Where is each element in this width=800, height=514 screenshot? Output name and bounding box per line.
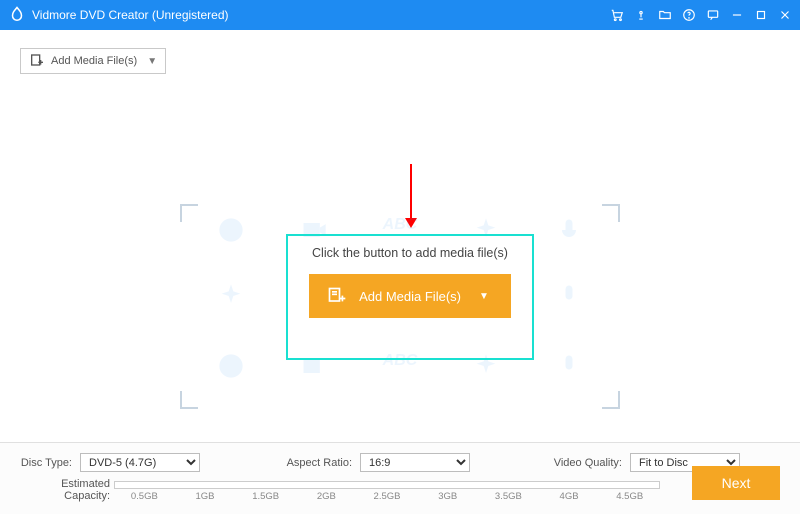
sparkle-icon (217, 282, 245, 310)
toolbar: Add Media File(s) ▼ (0, 30, 800, 74)
disc-type-select[interactable]: DVD-5 (4.7G) (80, 453, 200, 472)
corner-decoration (602, 391, 620, 409)
capacity-track (114, 481, 660, 489)
tick: 1.5GB (235, 491, 296, 502)
capacity-row: Estimated Capacity: 0.5GB 1GB 1.5GB 2GB … (0, 472, 800, 502)
titlebar-actions (610, 8, 792, 22)
folder-icon[interactable] (658, 8, 672, 22)
cart-icon[interactable] (610, 8, 624, 22)
tick: 0.5GB (114, 491, 175, 502)
tick: 3.5GB (478, 491, 539, 502)
close-icon[interactable] (778, 8, 792, 22)
mic-icon (555, 352, 583, 380)
help-icon[interactable] (682, 8, 696, 22)
add-media-button[interactable]: Add Media File(s) ▼ (20, 48, 166, 74)
capacity-ticks: 0.5GB 1GB 1.5GB 2GB 2.5GB 3GB 3.5GB 4GB … (114, 491, 660, 502)
chevron-down-icon: ▼ (479, 291, 489, 302)
main-area: ABC ABC ABC Click the button to add medi… (0, 74, 800, 424)
settings-row: Disc Type: DVD-5 (4.7G) Aspect Ratio: 16… (0, 443, 800, 472)
next-button[interactable]: Next (692, 466, 780, 500)
tick: 2.5GB (357, 491, 418, 502)
bottom-bar: Disc Type: DVD-5 (4.7G) Aspect Ratio: 16… (0, 442, 800, 514)
capacity-scale: 0.5GB 1GB 1.5GB 2GB 2.5GB 3GB 3.5GB 4GB … (114, 479, 660, 501)
video-quality-label: Video Quality: (538, 457, 622, 469)
add-media-big-button[interactable]: Add Media File(s) ▼ (309, 274, 511, 318)
aspect-ratio-label: Aspect Ratio: (268, 457, 352, 469)
tick: 1GB (175, 491, 236, 502)
capacity-label: Estimated Capacity: (20, 478, 114, 502)
title-bar: Vidmore DVD Creator (Unregistered) (0, 0, 800, 30)
maximize-icon[interactable] (754, 8, 768, 22)
tick: 4.5GB (599, 491, 660, 502)
add-media-label: Add Media File(s) (51, 55, 137, 67)
film-icon (217, 352, 245, 380)
add-file-icon (327, 286, 347, 306)
feedback-icon[interactable] (706, 8, 720, 22)
tick: 3GB (417, 491, 478, 502)
app-title: Vidmore DVD Creator (Unregistered) (32, 8, 229, 22)
mic-icon (555, 282, 583, 310)
chevron-down-icon: ▼ (147, 56, 157, 67)
register-icon[interactable] (634, 8, 648, 22)
film-icon (217, 216, 245, 244)
add-media-big-label: Add Media File(s) (359, 289, 461, 304)
tick: 4GB (539, 491, 600, 502)
disc-type-label: Disc Type: (20, 457, 72, 469)
tick: 2GB (296, 491, 357, 502)
drop-hint-text: Click the button to add media file(s) (286, 246, 534, 260)
minimize-icon[interactable] (730, 8, 744, 22)
app-logo-icon (8, 6, 26, 24)
mic-icon (555, 216, 583, 244)
add-file-icon (29, 53, 45, 69)
corner-decoration (180, 391, 198, 409)
center-content: Click the button to add media file(s) Ad… (286, 246, 534, 318)
aspect-ratio-select[interactable]: 16:9 (360, 453, 470, 472)
